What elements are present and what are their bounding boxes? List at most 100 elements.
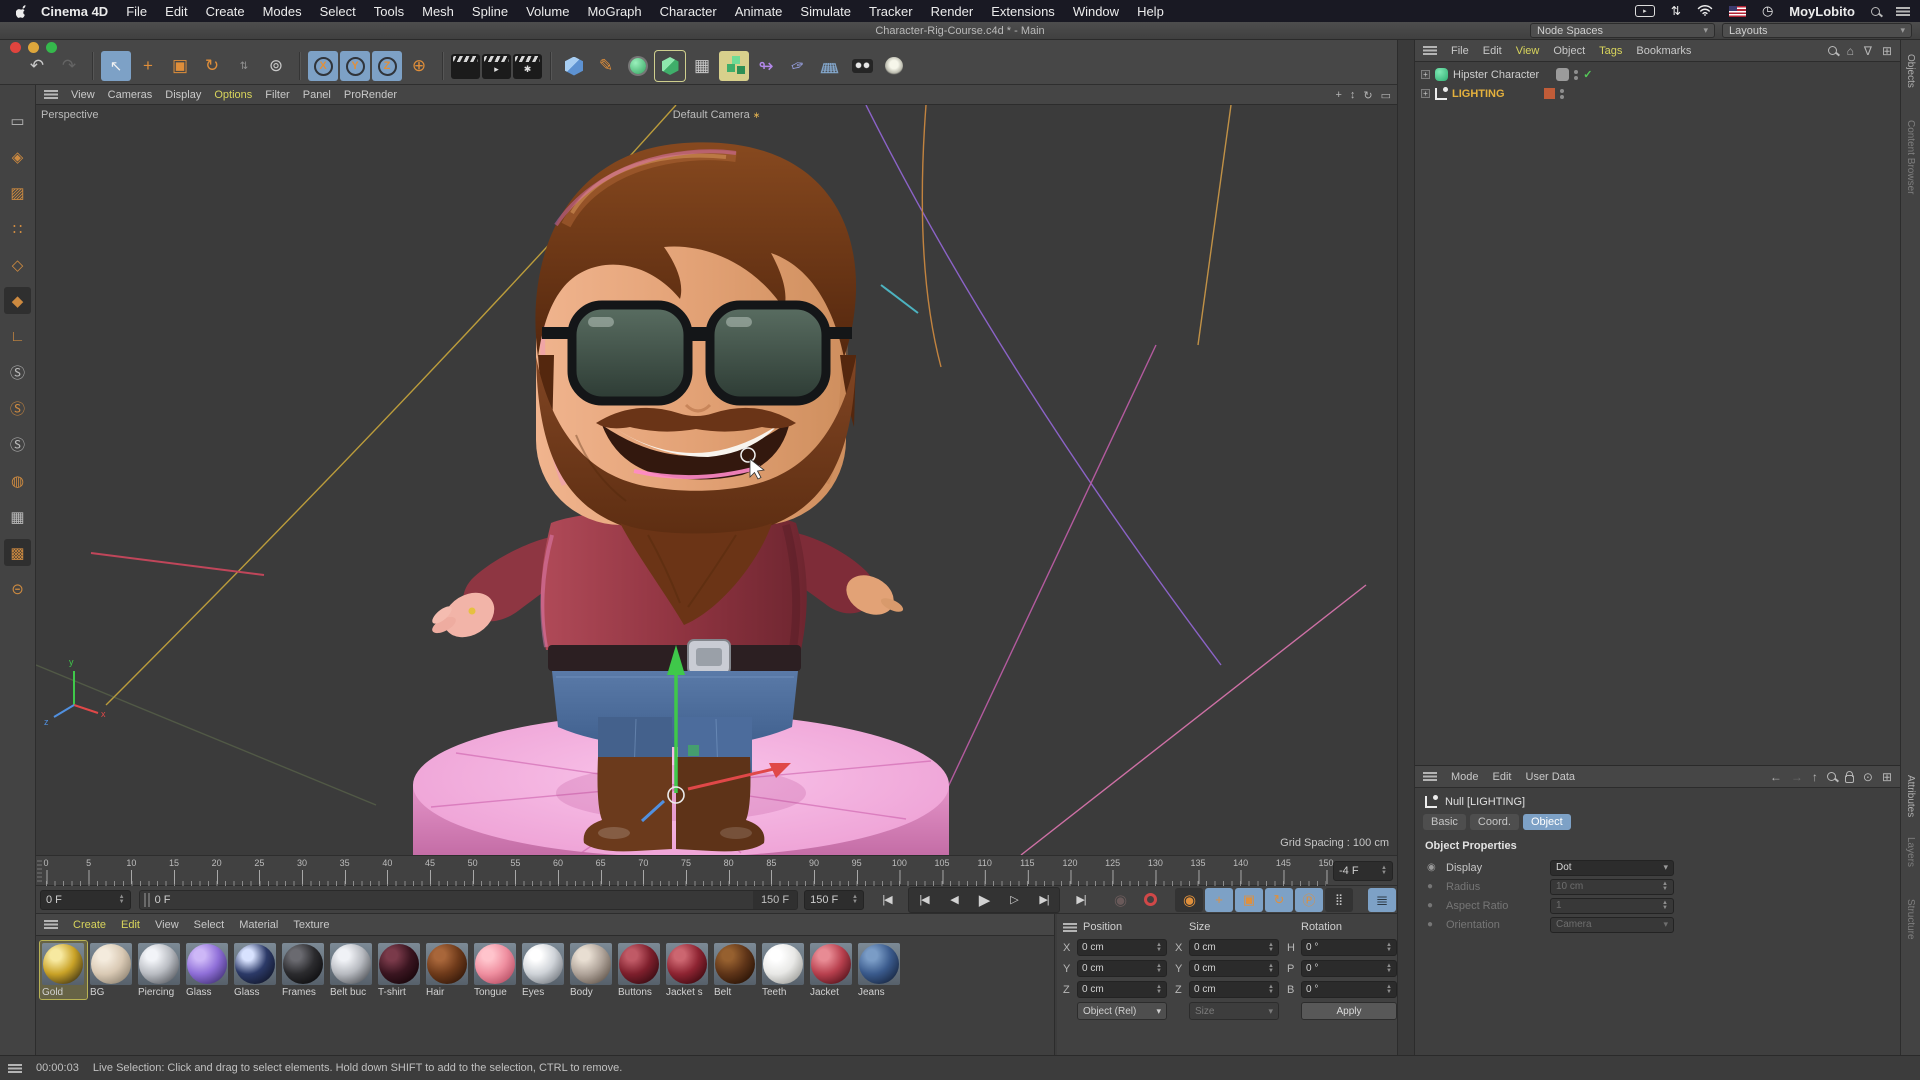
material-thumbnail[interactable] bbox=[330, 943, 372, 985]
snap-settings-button[interactable]: Ⓢ bbox=[4, 431, 31, 458]
spinner-arrows-icon[interactable]: ▲▼ bbox=[852, 895, 858, 905]
render-settings-button[interactable]: ✱ bbox=[513, 54, 542, 79]
timeline-ticks[interactable]: 0510152025303540455055606570758085909510… bbox=[46, 856, 1326, 887]
node-spaces-dropdown[interactable]: Node Spaces▾ bbox=[1530, 23, 1715, 38]
material-thumbnail[interactable] bbox=[42, 943, 84, 985]
material-thumbnail[interactable] bbox=[474, 943, 516, 985]
scale-button[interactable]: ▣ bbox=[165, 51, 195, 81]
size-mode-dropdown[interactable]: Size▾ bbox=[1189, 1002, 1279, 1020]
active-object-row[interactable]: Null [LIGHTING] bbox=[1415, 788, 1900, 814]
viewport-menu-prorender[interactable]: ProRender bbox=[344, 89, 397, 101]
material-thumbnail[interactable] bbox=[762, 943, 804, 985]
material-thumbnail[interactable] bbox=[570, 943, 612, 985]
menubar-item-simulate[interactable]: Simulate bbox=[800, 4, 851, 19]
enabled-check-icon[interactable]: ✓ bbox=[1583, 68, 1592, 81]
viewport-camera-label[interactable]: Default Camera∗ bbox=[673, 109, 761, 121]
viewport-menu-view[interactable]: View bbox=[71, 89, 95, 101]
add-deformer-button[interactable]: ▦ bbox=[687, 51, 717, 81]
key-rotation-button[interactable]: ↻ bbox=[1265, 888, 1293, 912]
material-tongue-9[interactable]: Tongue bbox=[472, 941, 519, 999]
add-field-button[interactable]: ↬ bbox=[751, 51, 781, 81]
redo-button[interactable]: ↷ bbox=[54, 51, 84, 81]
material-thumbnail[interactable] bbox=[618, 943, 660, 985]
display-dropdown[interactable]: Dot▾ bbox=[1550, 860, 1674, 876]
material-menu-select[interactable]: Select bbox=[194, 919, 225, 931]
object-manager-grip-icon[interactable] bbox=[1423, 46, 1437, 55]
frame-offset-field[interactable]: -4 F ▲▼ bbox=[1333, 861, 1393, 881]
menubar-item-render[interactable]: Render bbox=[931, 4, 974, 19]
material-thumbnail[interactable] bbox=[426, 943, 468, 985]
end-frame-field[interactable]: 150 F ▲▼ bbox=[804, 890, 864, 910]
play-backwards-button[interactable]: ◀ bbox=[940, 888, 968, 912]
menubar-username[interactable]: MoyLobito bbox=[1789, 4, 1855, 19]
material-buttons-12[interactable]: Buttons bbox=[616, 941, 663, 999]
spotlight-search-icon[interactable] bbox=[1871, 7, 1880, 16]
viewport-menu-panel[interactable]: Panel bbox=[303, 89, 331, 101]
attr-menu-edit[interactable]: Edit bbox=[1493, 771, 1512, 783]
snap-modes-button[interactable]: Ⓢ bbox=[4, 395, 31, 422]
menubar-item-file[interactable]: File bbox=[126, 4, 147, 19]
range-end-label[interactable]: 150 F bbox=[753, 891, 797, 909]
target-icon[interactable]: ⊙ bbox=[1863, 770, 1873, 784]
material-thumbnail[interactable] bbox=[858, 943, 900, 985]
lock-y-axis-button[interactable]: Y bbox=[340, 51, 370, 81]
rotation-p-field[interactable]: 0 °▲▼ bbox=[1301, 960, 1397, 977]
viewport-menu-cameras[interactable]: Cameras bbox=[108, 89, 153, 101]
updown-arrows-icon[interactable]: ⇅ bbox=[1671, 4, 1681, 18]
material-jacket-s-13[interactable]: Jacket s bbox=[664, 941, 711, 999]
keyframe-circle-icon[interactable]: ◉ bbox=[1427, 862, 1438, 873]
goto-previous-key-button[interactable]: |◀ bbox=[910, 888, 938, 912]
undo-button[interactable]: ↶ bbox=[22, 51, 52, 81]
coordinate-menu-grip-icon[interactable] bbox=[1063, 923, 1077, 932]
key-position-button[interactable]: + bbox=[1205, 888, 1233, 912]
lock-workplane-button[interactable]: ⊝ bbox=[4, 575, 31, 602]
texture-mode-button[interactable]: ▨ bbox=[4, 179, 31, 206]
lock-z-axis-button[interactable]: Z bbox=[372, 51, 402, 81]
edges-mode-button[interactable]: ◇ bbox=[4, 251, 31, 278]
orientation-dropdown[interactable]: Camera▾ bbox=[1550, 917, 1674, 933]
menubar-item-select[interactable]: Select bbox=[320, 4, 356, 19]
status-grip-icon[interactable] bbox=[8, 1064, 22, 1073]
material-menu-view[interactable]: View bbox=[155, 919, 179, 931]
om-menu-file[interactable]: File bbox=[1451, 45, 1469, 57]
key-scale-button[interactable]: ▣ bbox=[1235, 888, 1263, 912]
rotate-view-icon[interactable]: ↻ bbox=[1363, 89, 1372, 102]
notification-center-icon[interactable] bbox=[1896, 7, 1910, 16]
clock-icon[interactable]: ◷ bbox=[1762, 3, 1773, 19]
points-mode-button[interactable]: ∷ bbox=[4, 215, 31, 242]
add-camera-button[interactable] bbox=[847, 51, 877, 81]
attribute-menu-grip-icon[interactable] bbox=[1423, 772, 1437, 781]
material-thumbnail[interactable] bbox=[666, 943, 708, 985]
size-x-field[interactable]: 0 cm▲▼ bbox=[1189, 939, 1279, 956]
wifi-icon[interactable] bbox=[1697, 4, 1713, 19]
material-body-11[interactable]: Body bbox=[568, 941, 615, 999]
material-piercing-2[interactable]: Piercing bbox=[136, 941, 183, 999]
axis-mode-button[interactable]: ∟ bbox=[4, 323, 31, 350]
apple-menu-icon[interactable] bbox=[16, 4, 29, 19]
material-thumbnail[interactable] bbox=[234, 943, 276, 985]
om-add-icon[interactable]: ⊞ bbox=[1882, 44, 1892, 58]
live-selection-button[interactable]: ↖ bbox=[101, 51, 131, 81]
radius-field[interactable]: 10 cm▲▼ bbox=[1550, 879, 1674, 895]
menubar-item-spline[interactable]: Spline bbox=[472, 4, 508, 19]
material-gold-0[interactable]: Gold bbox=[40, 941, 87, 999]
material-teeth-15[interactable]: Teeth bbox=[760, 941, 807, 999]
position-x-field[interactable]: 0 cm▲▼ bbox=[1077, 939, 1167, 956]
viewport-canvas[interactable]: y x z bbox=[36, 105, 1397, 855]
history-forward-icon[interactable]: → bbox=[1791, 770, 1803, 784]
apply-button[interactable]: Apply bbox=[1301, 1002, 1397, 1020]
expand-icon[interactable]: + bbox=[1421, 70, 1430, 79]
coordinate-system-button[interactable]: ⊕ bbox=[404, 51, 434, 81]
add-panel-icon[interactable]: ⊞ bbox=[1882, 770, 1892, 784]
screen-recording-icon[interactable]: ▸ bbox=[1635, 5, 1655, 17]
material-menu-texture[interactable]: Texture bbox=[293, 919, 329, 931]
viewport-solo-button[interactable]: ◍ bbox=[4, 467, 31, 494]
om-search-icon[interactable] bbox=[1828, 46, 1837, 55]
keyframe-circle-icon[interactable]: ● bbox=[1427, 900, 1438, 911]
om-menu-view[interactable]: View bbox=[1516, 45, 1540, 57]
model-mode-button[interactable]: ◈ bbox=[4, 143, 31, 170]
add-subdivision-surface-button[interactable] bbox=[623, 51, 653, 81]
side-tab-objects[interactable]: Objects bbox=[1905, 54, 1916, 88]
last-tool-button[interactable]: ⊚ bbox=[261, 51, 291, 81]
material-jacket-16[interactable]: Jacket bbox=[808, 941, 855, 999]
